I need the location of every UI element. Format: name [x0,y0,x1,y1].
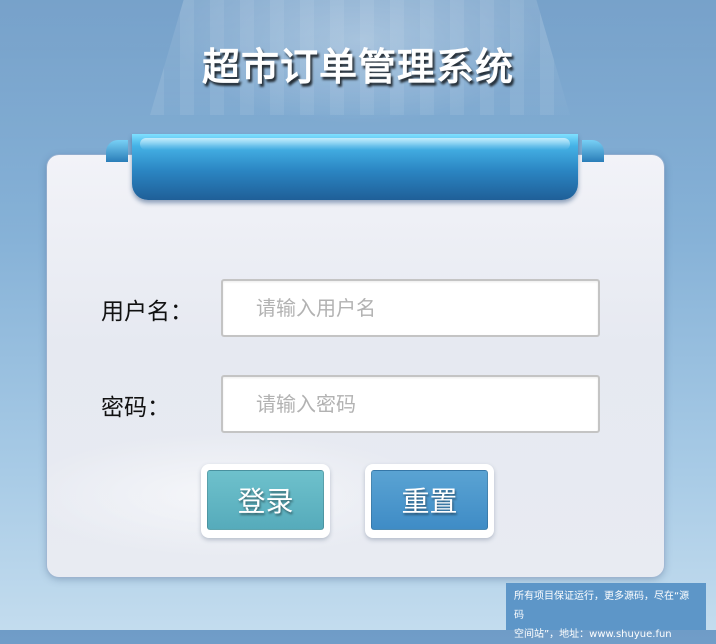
password-input[interactable] [221,375,600,433]
login-button[interactable]: 登录 [207,470,324,530]
username-label: 用户名： [101,299,193,325]
page-title: 超市订单管理系统 [201,45,514,89]
watermark-line-2: 空间站”，地址：www.shuyue.fun [514,629,672,640]
ribbon-decoration [106,134,604,204]
username-input[interactable] [221,279,600,337]
reset-button[interactable]: 重置 [371,470,488,530]
ribbon-fold-right [582,140,604,162]
ribbon-fold-left [106,140,128,162]
login-panel [47,155,664,577]
login-button-frame: 登录 [201,464,330,538]
password-label: 密码： [101,395,170,421]
ribbon-band [132,134,578,200]
watermark-notice: 所有项目保证运行，更多源码，尽在“源码 空间站”，地址：www.shuyue.f… [506,583,706,640]
watermark-line-1: 所有项目保证运行，更多源码，尽在“源码 [514,591,690,621]
reset-button-frame: 重置 [365,464,494,538]
